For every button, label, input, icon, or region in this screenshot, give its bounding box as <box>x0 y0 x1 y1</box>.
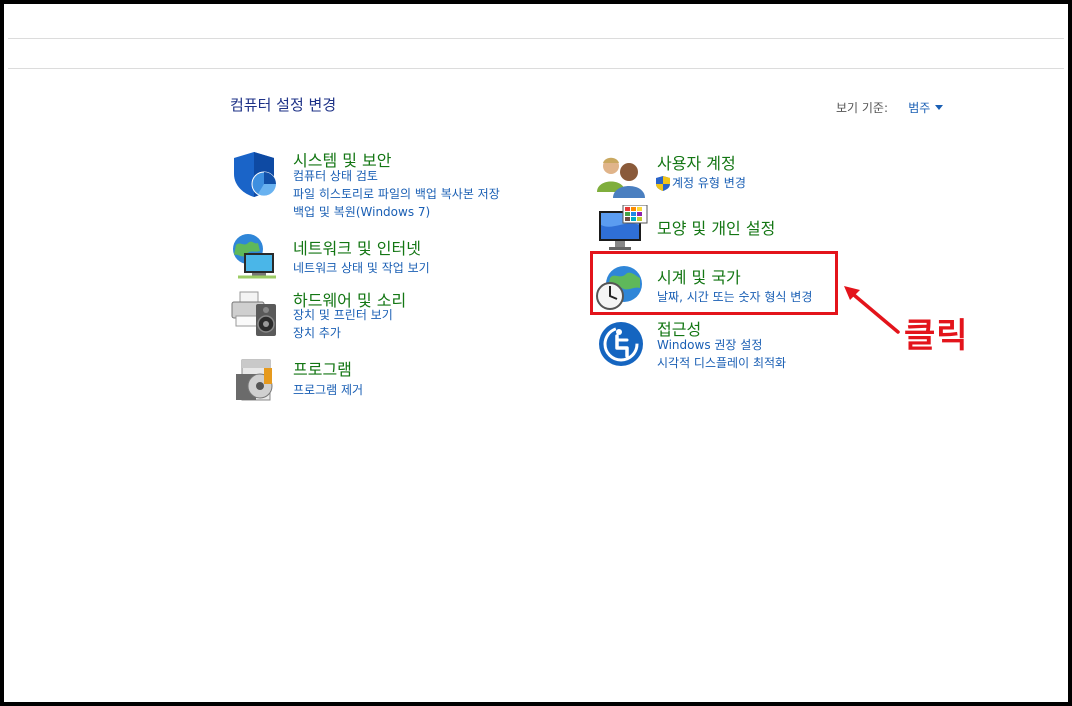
view-by-dropdown[interactable]: 범주 <box>908 97 944 116</box>
link-uninstall-program[interactable]: 프로그램 제거 <box>293 381 363 399</box>
category-title-programs[interactable]: 프로그램 <box>293 356 352 380</box>
page-title: 컴퓨터 설정 변경 <box>230 96 337 114</box>
category-title-user-accounts[interactable]: 사용자 계정 <box>657 150 736 174</box>
link-change-account-type[interactable]: 계정 유형 변경 <box>672 174 746 192</box>
category-title-network[interactable]: 네트워크 및 인터넷 <box>293 235 421 259</box>
annotation-label: 클릭 <box>904 316 969 356</box>
link-file-history[interactable]: 파일 히스토리로 파일의 백업 복사본 저장 <box>293 185 500 203</box>
shield-icon[interactable] <box>232 150 280 198</box>
network-globe-icon[interactable] <box>230 233 278 281</box>
uac-shield-icon <box>656 176 670 191</box>
chevron-down-icon[interactable] <box>935 105 944 110</box>
highlight-box <box>590 251 838 315</box>
view-by-label: 보기 기준: <box>836 101 889 115</box>
link-devices-printers[interactable]: 장치 및 프린터 보기 <box>293 306 393 324</box>
programs-icon[interactable] <box>234 356 282 404</box>
divider-address-bar <box>8 68 1064 69</box>
ease-of-access-icon[interactable] <box>597 320 645 368</box>
link-review-status[interactable]: 컴퓨터 상태 검토 <box>293 167 378 185</box>
link-backup-restore[interactable]: 백업 및 복원(Windows 7) <box>293 203 430 221</box>
link-network-status[interactable]: 네트워크 상태 및 작업 보기 <box>293 259 430 277</box>
link-add-device[interactable]: 장치 추가 <box>293 324 341 342</box>
printer-speaker-icon[interactable] <box>230 290 278 338</box>
link-windows-recommended[interactable]: Windows 권장 설정 <box>657 336 762 354</box>
view-by-value[interactable]: 범주 <box>908 101 930 115</box>
monitor-palette-icon[interactable] <box>597 205 649 253</box>
link-optimize-display[interactable]: 시각적 디스플레이 최적화 <box>657 354 786 372</box>
arrow-icon <box>844 286 900 334</box>
category-title-appearance[interactable]: 모양 및 개인 설정 <box>657 215 775 239</box>
divider-top <box>8 38 1064 39</box>
view-by: 보기 기준: 범주 <box>836 97 944 116</box>
users-icon[interactable] <box>597 152 645 200</box>
